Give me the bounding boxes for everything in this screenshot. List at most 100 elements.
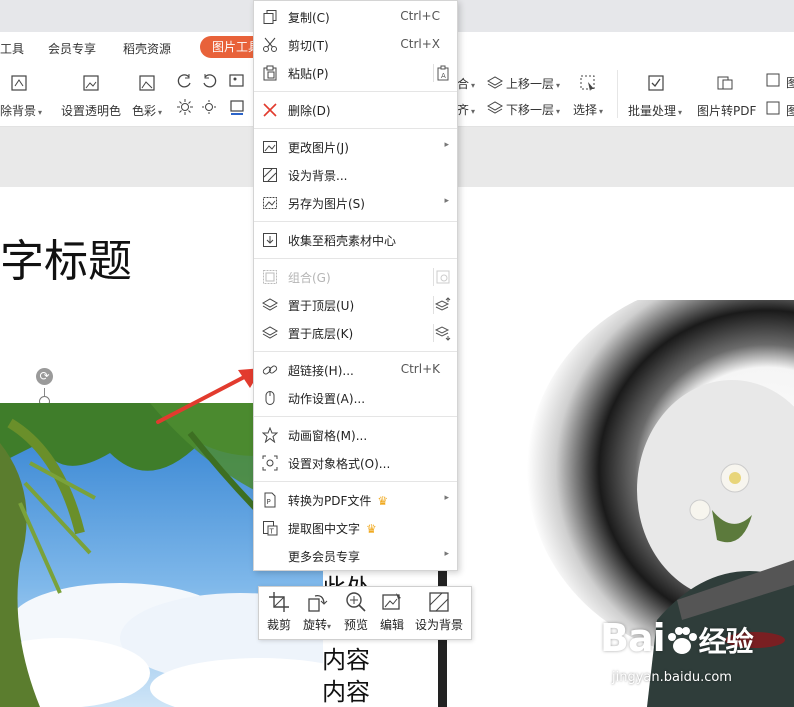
layers-down-icon [262, 325, 278, 341]
paw-icon [667, 626, 697, 654]
crop-button[interactable]: 裁剪 [263, 591, 295, 633]
menu-item-label: 组合(G) [288, 271, 331, 285]
set-background-label: 设为背景 [414, 618, 463, 632]
crown-icon: ♛ [377, 494, 389, 508]
picture-icon[interactable] [765, 72, 783, 90]
menu-item-shortcut: Ctrl+K [400, 362, 440, 376]
set-background-button[interactable]: 设为背景 [413, 591, 465, 633]
preview-button[interactable]: 预览 [340, 591, 372, 633]
picture-icon-2[interactable] [765, 100, 783, 118]
crop-label: 裁剪 [266, 618, 291, 632]
convert-pdf-text: 转换为PDF文件 [288, 494, 372, 508]
combine-button[interactable]: 合 ▾ [457, 75, 475, 92]
menu-item-bring-to-front[interactable]: 置于顶层(U) [254, 292, 457, 318]
bring-forward-button[interactable]: 上移一层 ▾ [506, 75, 560, 92]
menu-separator [254, 258, 457, 259]
picture-to-pdf-icon[interactable] [716, 74, 734, 92]
border-icon[interactable] [228, 98, 246, 116]
submenu-arrow-icon: ▸ [444, 549, 449, 559]
edit-button[interactable]: 编辑 [376, 591, 408, 633]
contrast-icon[interactable] [200, 98, 218, 116]
menu-item-convert-pdf[interactable]: P 转换为PDF文件 ♛ ▸ [254, 487, 457, 513]
set-transparent-icon[interactable] [82, 74, 100, 92]
menu-item-label: 设为背景... [288, 169, 348, 183]
zoom-in-icon [345, 591, 367, 613]
menu-separator [254, 91, 457, 92]
menu-item-action[interactable]: 动作设置(A)... [254, 385, 457, 411]
menu-item-label: 剪切(T) [288, 39, 329, 53]
send-backward-icon[interactable] [486, 99, 504, 117]
menu-item-send-to-back[interactable]: 置于底层(K) [254, 320, 457, 346]
submenu-arrow-icon: ▸ [444, 140, 449, 150]
menu-item-hyperlink[interactable]: 超链接(H)... Ctrl+K [254, 357, 457, 383]
rotate-handle-icon[interactable]: ⟳ [36, 368, 53, 385]
menu-item-label: 转换为PDF文件 ♛ [288, 492, 388, 509]
svg-text:A: A [441, 72, 446, 80]
select-label: 选择 [573, 103, 598, 117]
submenu-arrow-icon: ▸ [444, 493, 449, 503]
paste-options-icon[interactable]: A [435, 65, 451, 81]
remove-bg-icon[interactable] [10, 74, 28, 92]
menu-item-format-object[interactable]: 设置对象格式(O)... [254, 450, 457, 476]
menu-item-extract-text[interactable]: T 提取图中文字 ♛ [254, 515, 457, 541]
select-button[interactable]: 选择 ▾ [573, 101, 603, 118]
menu-item-label: 复制(C) [288, 11, 330, 25]
select-icon[interactable] [579, 74, 597, 92]
brightness-icon[interactable] [176, 98, 194, 116]
menu-item-paste[interactable]: 粘贴(P) A [254, 60, 457, 86]
menu-item-animation-pane[interactable]: 动画窗格(M)... [254, 422, 457, 448]
extract-text-text: 提取图中文字 [288, 522, 361, 536]
tab-daoke[interactable]: 稻壳资源 [123, 40, 171, 57]
send-to-back-options-icon[interactable] [435, 325, 451, 341]
picture-to-pdf-button[interactable]: 图片转PDF [697, 102, 756, 119]
rotate-label: 旋转▾ [302, 618, 332, 632]
collect-icon [262, 232, 278, 248]
tab-tools[interactable]: 工具 [0, 40, 24, 57]
rotate-left-icon[interactable] [176, 72, 194, 90]
rotate-label-text: 旋转 [302, 618, 327, 632]
rotate-button[interactable]: 旋转▾ [299, 591, 335, 633]
batch-icon[interactable] [647, 74, 665, 92]
slide-text-line-2[interactable]: 内容 [322, 640, 370, 675]
tab-member[interactable]: 会员专享 [48, 40, 96, 57]
menu-item-label: 提取图中文字 ♛ [288, 520, 377, 537]
rotate-right-icon[interactable] [200, 72, 218, 90]
menu-item-save-as-picture[interactable]: 另存为图片(S) ▸ [254, 190, 457, 216]
remove-bg-label: 除背景 [0, 104, 37, 118]
menu-item-shortcut: Ctrl+C [400, 9, 440, 23]
crown-icon: ♛ [366, 522, 377, 536]
bring-to-front-options-icon[interactable] [435, 297, 451, 313]
slide-title[interactable]: 字标题 [0, 225, 132, 289]
menu-separator [254, 351, 457, 352]
context-menu: 复制(C) Ctrl+C 剪切(T) Ctrl+X 粘贴(P) A 删除(D) … [253, 0, 458, 571]
remove-bg-button[interactable]: 除背景 ▾ [0, 102, 42, 119]
color-button[interactable]: 色彩 ▾ [132, 102, 162, 119]
menu-item-delete[interactable]: 删除(D) [254, 97, 457, 123]
menu-item-change-picture[interactable]: 更改图片(J) ▸ [254, 134, 457, 160]
menu-item-label: 超链接(H)... [288, 364, 354, 378]
batch-button[interactable]: 批量处理 ▾ [628, 102, 682, 119]
menu-item-copy[interactable]: 复制(C) Ctrl+C [254, 4, 457, 30]
menu-item-cut[interactable]: 剪切(T) Ctrl+X [254, 32, 457, 58]
image-settings-icon[interactable] [228, 72, 246, 90]
slide-text-line-3[interactable]: 内容 [322, 672, 370, 707]
paste-icon [262, 65, 278, 81]
send-backward-label: 下移一层 [506, 103, 555, 117]
floating-picture-toolbar: 裁剪 旋转▾ 预览 编辑 设为背景 [258, 586, 472, 640]
color-icon[interactable] [138, 74, 156, 92]
pdf-icon: P [262, 492, 278, 508]
partial-right-label: 图 [786, 76, 794, 90]
menu-item-set-background[interactable]: 设为背景... [254, 162, 457, 188]
menu-item-more-member[interactable]: 更多会员专享 ▸ [254, 543, 457, 569]
menu-item-collect[interactable]: 收集至稻壳素材中心 [254, 227, 457, 253]
bring-forward-icon[interactable] [486, 73, 504, 91]
menu-item-group[interactable]: 组合(G) [254, 264, 457, 290]
menu-item-label: 收集至稻壳素材中心 [288, 234, 397, 248]
set-transparent-button[interactable]: 设置透明色 [61, 102, 121, 119]
menu-separator [254, 221, 457, 222]
send-backward-button[interactable]: 下移一层 ▾ [506, 101, 560, 118]
color-label: 色彩 [132, 104, 157, 118]
change-picture-icon [262, 139, 278, 155]
edit-label: 编辑 [379, 618, 404, 632]
align-button[interactable]: 齐 ▾ [457, 101, 475, 118]
